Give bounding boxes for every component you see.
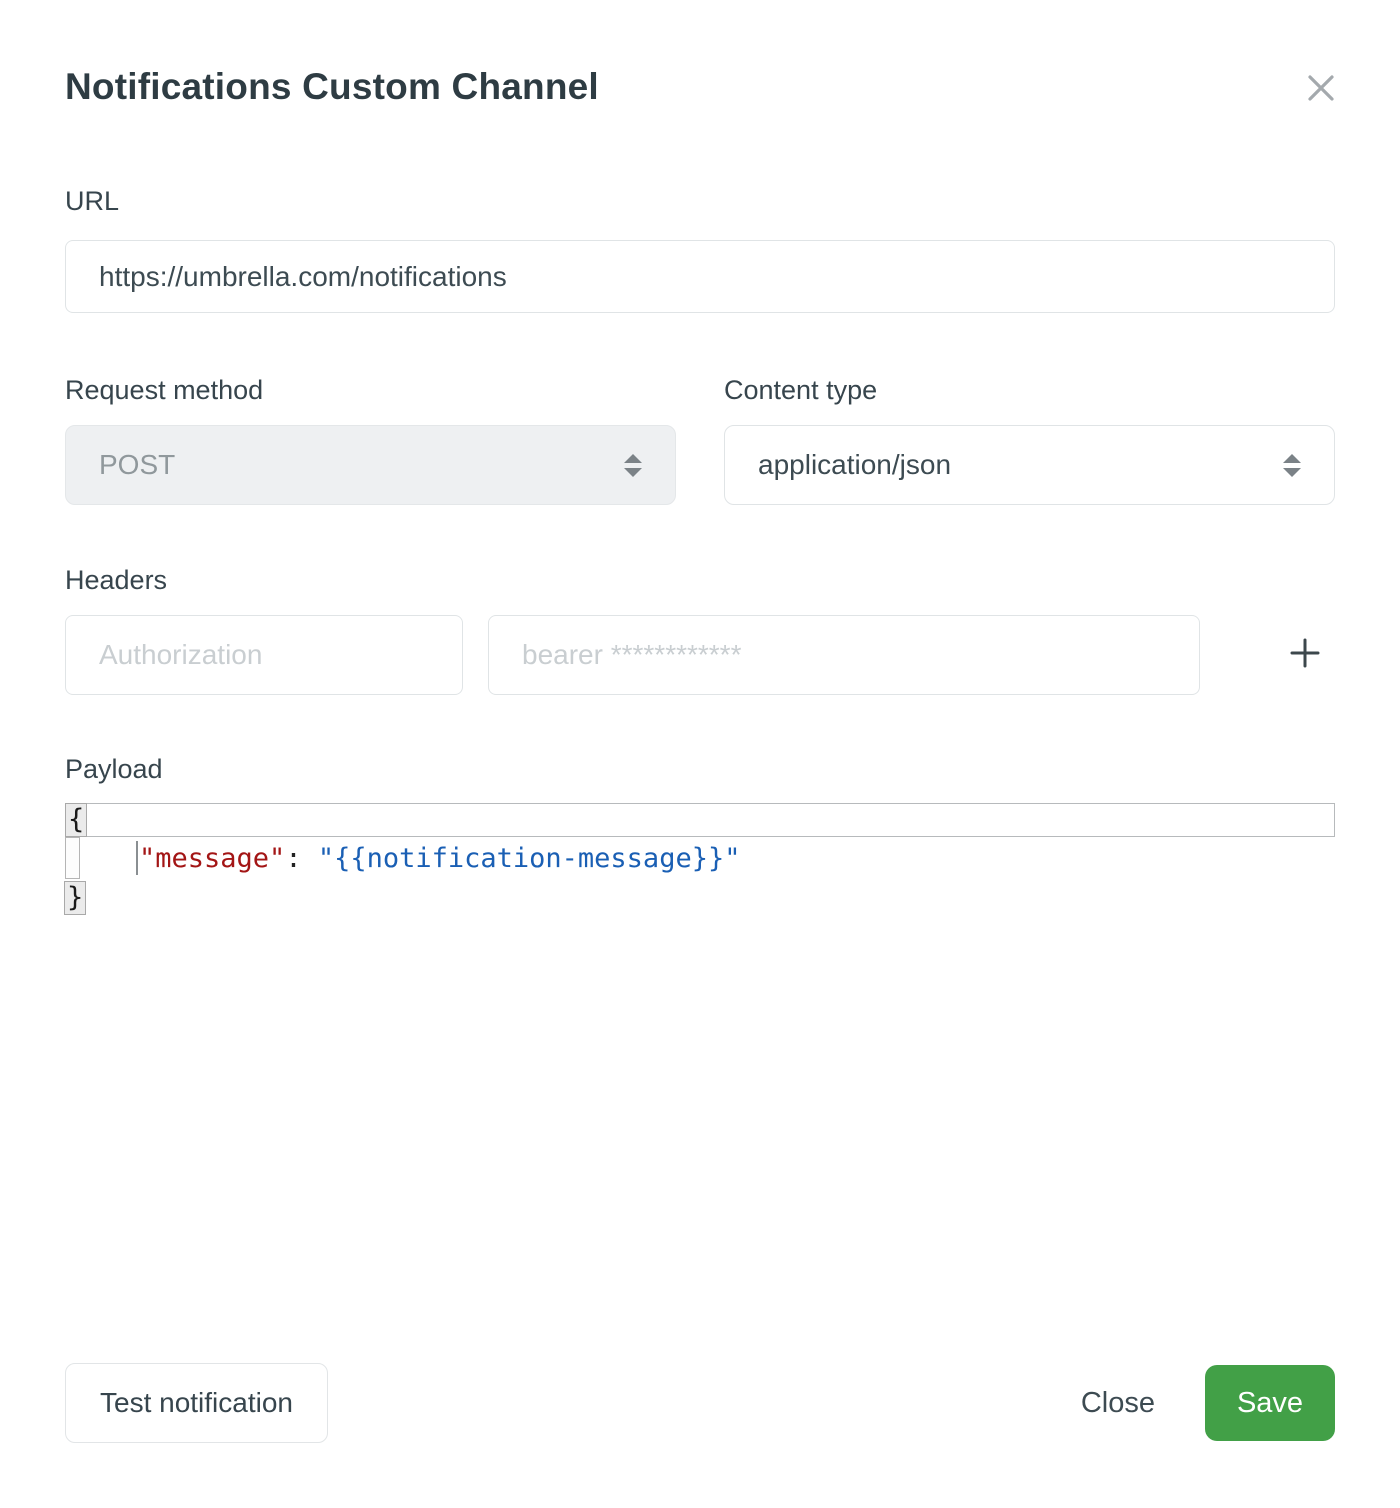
- payload-label: Payload: [65, 754, 1335, 785]
- headers-group: Headers: [65, 565, 1335, 695]
- url-label: URL: [65, 186, 1335, 217]
- header-value-input[interactable]: [488, 615, 1200, 695]
- payload-code-editor[interactable]: { "message" : "{{notification-message}}"…: [65, 803, 1335, 916]
- dialog-header: Notifications Custom Channel: [65, 0, 1335, 108]
- page-title: Notifications Custom Channel: [65, 66, 599, 108]
- request-method-select[interactable]: POST: [65, 425, 676, 505]
- request-method-label: Request method: [65, 375, 676, 406]
- request-method-value: POST: [99, 449, 624, 481]
- save-button[interactable]: Save: [1205, 1365, 1335, 1441]
- content-type-value: application/json: [758, 449, 1283, 481]
- headers-label: Headers: [65, 565, 1335, 596]
- content-type-group: Content type application/json: [724, 375, 1335, 505]
- line-highlight-box: [65, 837, 80, 879]
- json-key-token: "message": [139, 843, 285, 874]
- add-header-button[interactable]: [1289, 637, 1321, 669]
- json-value-token: "{{notification-message}}": [318, 843, 741, 874]
- json-colon-token: :: [285, 843, 318, 874]
- close-button[interactable]: [1301, 68, 1341, 108]
- text-cursor: [136, 841, 138, 875]
- dialog-footer: Test notification Close Save: [65, 1363, 1335, 1443]
- header-name-input[interactable]: [65, 615, 463, 695]
- select-arrows-icon: [624, 454, 642, 477]
- close-brace-token: }: [64, 881, 86, 915]
- close-dialog-button[interactable]: Close: [1081, 1387, 1155, 1420]
- select-arrows-icon: [1283, 454, 1301, 477]
- url-input[interactable]: [65, 240, 1335, 313]
- code-line-1: {: [65, 803, 1335, 837]
- url-field-group: URL: [65, 186, 1335, 313]
- header-row: [65, 596, 1335, 695]
- content-type-label: Content type: [724, 375, 1335, 406]
- notifications-custom-channel-dialog: Notifications Custom Channel URL Request…: [0, 0, 1400, 1508]
- method-content-row: Request method POST Content type applica…: [65, 375, 1335, 505]
- open-brace-token: {: [65, 803, 87, 837]
- payload-group: Payload { "message" : "{{notification-me…: [65, 754, 1335, 916]
- test-notification-button[interactable]: Test notification: [65, 1363, 328, 1443]
- content-type-select[interactable]: application/json: [724, 425, 1335, 505]
- request-method-group: Request method POST: [65, 375, 676, 505]
- code-line-3: }: [65, 879, 1335, 916]
- close-icon: [1301, 96, 1341, 111]
- plus-icon: [1289, 657, 1321, 672]
- code-line-2: "message" : "{{notification-message}}": [65, 837, 1335, 879]
